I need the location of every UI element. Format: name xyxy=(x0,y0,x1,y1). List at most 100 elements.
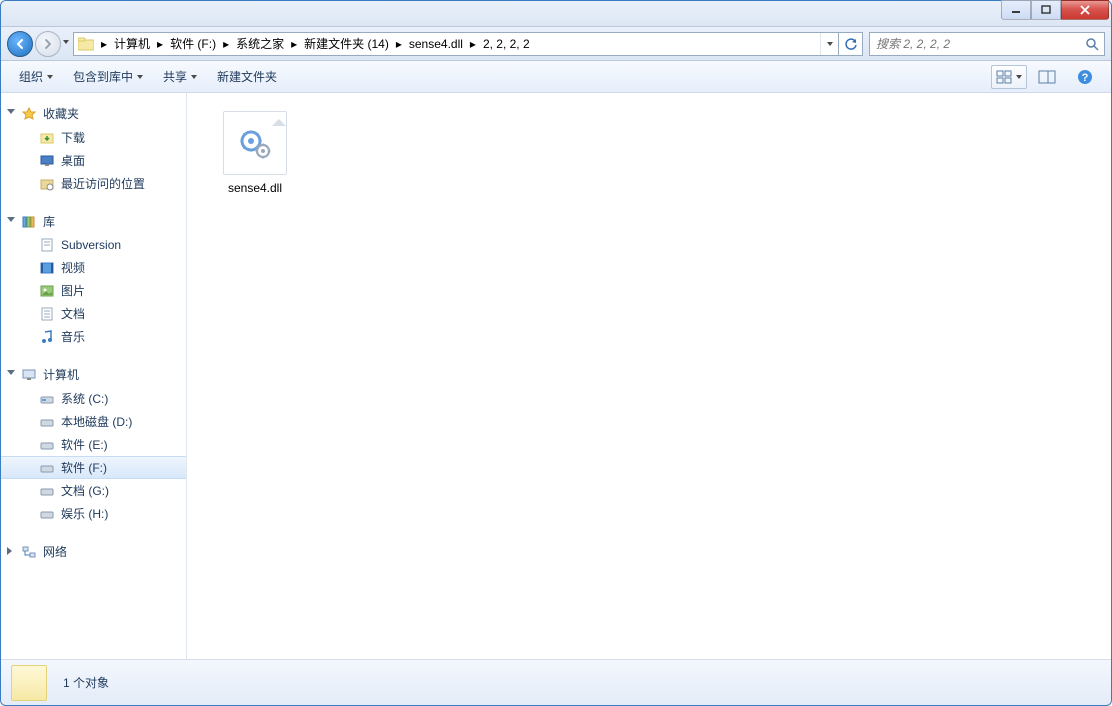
breadcrumb-crumb[interactable]: 软件 (F:) xyxy=(166,33,220,55)
share-label: 共享 xyxy=(163,68,187,85)
library-icon xyxy=(21,214,37,230)
drive-icon xyxy=(39,506,55,522)
svg-text:?: ? xyxy=(1082,72,1089,84)
sidebar-item-label: Subversion xyxy=(61,238,121,252)
refresh-button[interactable] xyxy=(838,33,862,55)
maximize-button[interactable] xyxy=(1031,0,1061,20)
sidebar-item-label: 文档 xyxy=(61,305,85,322)
sidebar-item-label: 软件 (F:) xyxy=(61,459,107,476)
computer-icon xyxy=(21,367,37,383)
include-in-library-button[interactable]: 包含到库中 xyxy=(63,64,153,89)
search-box[interactable] xyxy=(869,32,1105,56)
document-icon xyxy=(39,237,55,253)
breadcrumb-crumb[interactable]: sense4.dll xyxy=(405,33,467,55)
window-controls xyxy=(1001,0,1109,20)
expand-icon xyxy=(7,217,15,222)
sidebar-group-computer[interactable]: 计算机 xyxy=(1,362,186,387)
sidebar-item-videos[interactable]: 视频 xyxy=(1,256,186,279)
sidebar-item-documents[interactable]: 文档 xyxy=(1,302,186,325)
sidebar-item-drive-c[interactable]: 系统 (C:) xyxy=(1,387,186,410)
drive-icon xyxy=(39,437,55,453)
sidebar-item-label: 最近访问的位置 xyxy=(61,175,145,192)
share-button[interactable]: 共享 xyxy=(153,64,207,89)
content-pane[interactable]: sense4.dll xyxy=(187,93,1111,659)
toolbar: 组织 包含到库中 共享 新建文件夹 ? xyxy=(1,61,1111,93)
sidebar-group-network[interactable]: 网络 xyxy=(1,539,186,564)
sidebar-group-libraries[interactable]: 库 xyxy=(1,209,186,234)
main-area: 收藏夹 下载 桌面 最近访问的位置 库 Subversion 视频 图片 文档 … xyxy=(1,93,1111,660)
navigation-pane: 收藏夹 下载 桌面 最近访问的位置 库 Subversion 视频 图片 文档 … xyxy=(1,93,187,659)
sidebar-item-drive-g[interactable]: 文档 (G:) xyxy=(1,479,186,502)
breadcrumb-crumb[interactable]: 计算机 xyxy=(110,33,154,55)
sidebar-item-label: 下载 xyxy=(61,129,85,146)
sidebar-item-recent[interactable]: 最近访问的位置 xyxy=(1,172,186,195)
breadcrumb-sep[interactable]: ▸ xyxy=(467,33,479,55)
sidebar-group-favorites[interactable]: 收藏夹 xyxy=(1,101,186,126)
breadcrumb-sep[interactable]: ▸ xyxy=(220,33,232,55)
drive-icon xyxy=(39,460,55,476)
nav-buttons xyxy=(7,30,67,58)
breadcrumb-sep[interactable]: ▸ xyxy=(393,33,405,55)
drive-icon xyxy=(39,391,55,407)
nav-history-dropdown-icon[interactable] xyxy=(63,40,69,44)
network-label: 网络 xyxy=(43,543,67,560)
forward-button[interactable] xyxy=(35,31,61,57)
preview-pane-icon xyxy=(1038,70,1056,84)
expand-icon xyxy=(7,109,15,114)
sidebar-item-downloads[interactable]: 下载 xyxy=(1,126,186,149)
preview-pane-button[interactable] xyxy=(1029,65,1065,89)
sidebar-item-drive-d[interactable]: 本地磁盘 (D:) xyxy=(1,410,186,433)
help-button[interactable]: ? xyxy=(1067,65,1103,89)
status-bar: 1 个对象 xyxy=(1,660,1111,705)
breadcrumb-crumb[interactable]: 新建文件夹 (14) xyxy=(300,33,393,55)
sidebar-item-label: 音乐 xyxy=(61,328,85,345)
star-icon xyxy=(21,106,37,122)
search-icon[interactable] xyxy=(1080,33,1104,55)
folder-icon xyxy=(76,34,96,54)
breadcrumb-crumb[interactable]: 系统之家 xyxy=(232,33,288,55)
sidebar-item-label: 系统 (C:) xyxy=(61,390,108,407)
help-icon: ? xyxy=(1077,69,1093,85)
back-button[interactable] xyxy=(7,31,33,57)
sidebar-item-label: 软件 (E:) xyxy=(61,436,108,453)
sidebar-item-drive-f[interactable]: 软件 (F:) xyxy=(1,456,186,479)
breadcrumb-sep[interactable]: ▸ xyxy=(288,33,300,55)
address-bar[interactable]: ▸ 计算机 ▸ 软件 (F:) ▸ 系统之家 ▸ 新建文件夹 (14) ▸ se… xyxy=(73,32,863,56)
sidebar-item-label: 娱乐 (H:) xyxy=(61,505,108,522)
newfolder-label: 新建文件夹 xyxy=(217,68,277,85)
view-mode-button[interactable] xyxy=(991,65,1027,89)
address-dropdown[interactable] xyxy=(820,33,838,55)
status-text: 1 个对象 xyxy=(63,674,109,691)
desktop-icon xyxy=(39,153,55,169)
search-input[interactable] xyxy=(870,37,1080,51)
address-row: ▸ 计算机 ▸ 软件 (F:) ▸ 系统之家 ▸ 新建文件夹 (14) ▸ se… xyxy=(1,27,1111,61)
organize-button[interactable]: 组织 xyxy=(9,64,63,89)
chevron-down-icon xyxy=(47,75,53,79)
sidebar-item-music[interactable]: 音乐 xyxy=(1,325,186,348)
organize-label: 组织 xyxy=(19,68,43,85)
sidebar-item-pictures[interactable]: 图片 xyxy=(1,279,186,302)
sidebar-item-subversion[interactable]: Subversion xyxy=(1,234,186,256)
breadcrumb-sep[interactable]: ▸ xyxy=(154,33,166,55)
favorites-label: 收藏夹 xyxy=(43,105,79,122)
pictures-icon xyxy=(39,283,55,299)
close-button[interactable] xyxy=(1061,0,1109,20)
expand-icon xyxy=(7,370,15,375)
collapse-icon xyxy=(7,547,12,555)
download-icon xyxy=(39,130,55,146)
sidebar-item-desktop[interactable]: 桌面 xyxy=(1,149,186,172)
sidebar-item-label: 视频 xyxy=(61,259,85,276)
minimize-button[interactable] xyxy=(1001,0,1031,20)
chevron-down-icon xyxy=(1016,75,1022,79)
file-item[interactable]: sense4.dll xyxy=(207,111,303,195)
sidebar-item-label: 图片 xyxy=(61,282,85,299)
breadcrumb-crumb[interactable]: 2, 2, 2, 2 xyxy=(479,33,534,55)
breadcrumb-sep[interactable]: ▸ xyxy=(98,33,110,55)
sidebar-item-drive-e[interactable]: 软件 (E:) xyxy=(1,433,186,456)
sidebar-item-label: 本地磁盘 (D:) xyxy=(61,413,132,430)
sidebar-item-drive-h[interactable]: 娱乐 (H:) xyxy=(1,502,186,525)
recent-icon xyxy=(39,176,55,192)
computer-label: 计算机 xyxy=(43,366,79,383)
network-icon xyxy=(21,544,37,560)
new-folder-button[interactable]: 新建文件夹 xyxy=(207,64,287,89)
